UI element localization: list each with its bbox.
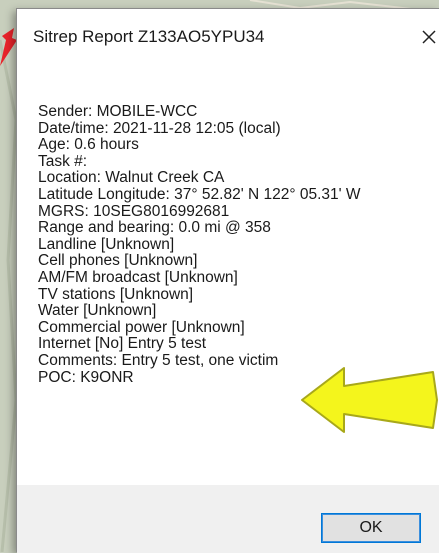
report-line-tv: TV stations [Unknown] — [38, 285, 194, 303]
window-title: Sitrep Report Z133AO5YPU34 — [33, 27, 265, 46]
report-line-sender: Sender: MOBILE-WCC — [38, 103, 198, 120]
report-line-location: Location: Walnut Creek CA — [38, 169, 225, 187]
close-icon — [422, 30, 436, 44]
title-bar[interactable]: Sitrep Report Z133AO5YPU34 — [17, 9, 439, 71]
report-line-amfm: AM/FM broadcast [Unknown] — [38, 268, 238, 286]
report-line-landline: Landline [Unknown] — [38, 235, 175, 253]
sitrep-dialog: Sitrep Report Z133AO5YPU34 Sender: MOBIL… — [16, 8, 439, 553]
report-line-internet: Internet [No] Entry 5 test — [38, 335, 206, 353]
report-line-power: Commercial power [Unknown] — [38, 318, 245, 336]
report-lines: Sender: MOBILE-WCC Date/time: 2021-11-28… — [38, 103, 361, 386]
report-line-latlon: Latitude Longitude: 37° 52.82' N 122° 05… — [38, 185, 361, 203]
report-line-task: Task #: — [38, 152, 88, 170]
close-button[interactable] — [417, 23, 439, 53]
report-line-age: Age: 0.6 hours — [38, 136, 139, 154]
dialog-footer: OK — [17, 485, 439, 553]
report-line-water: Water [Unknown] — [38, 302, 157, 320]
report-line-range: Range and bearing: 0.0 mi @ 358 — [38, 219, 271, 237]
arrow-left-icon — [301, 367, 438, 433]
report-line-mgrs: MGRS: 10SEG8016992681 — [38, 202, 230, 220]
report-line-cell: Cell phones [Unknown] — [38, 252, 198, 270]
report-line-datetime: Date/time: 2021-11-28 12:05 (local) — [38, 119, 281, 137]
ok-button[interactable]: OK — [321, 513, 421, 543]
